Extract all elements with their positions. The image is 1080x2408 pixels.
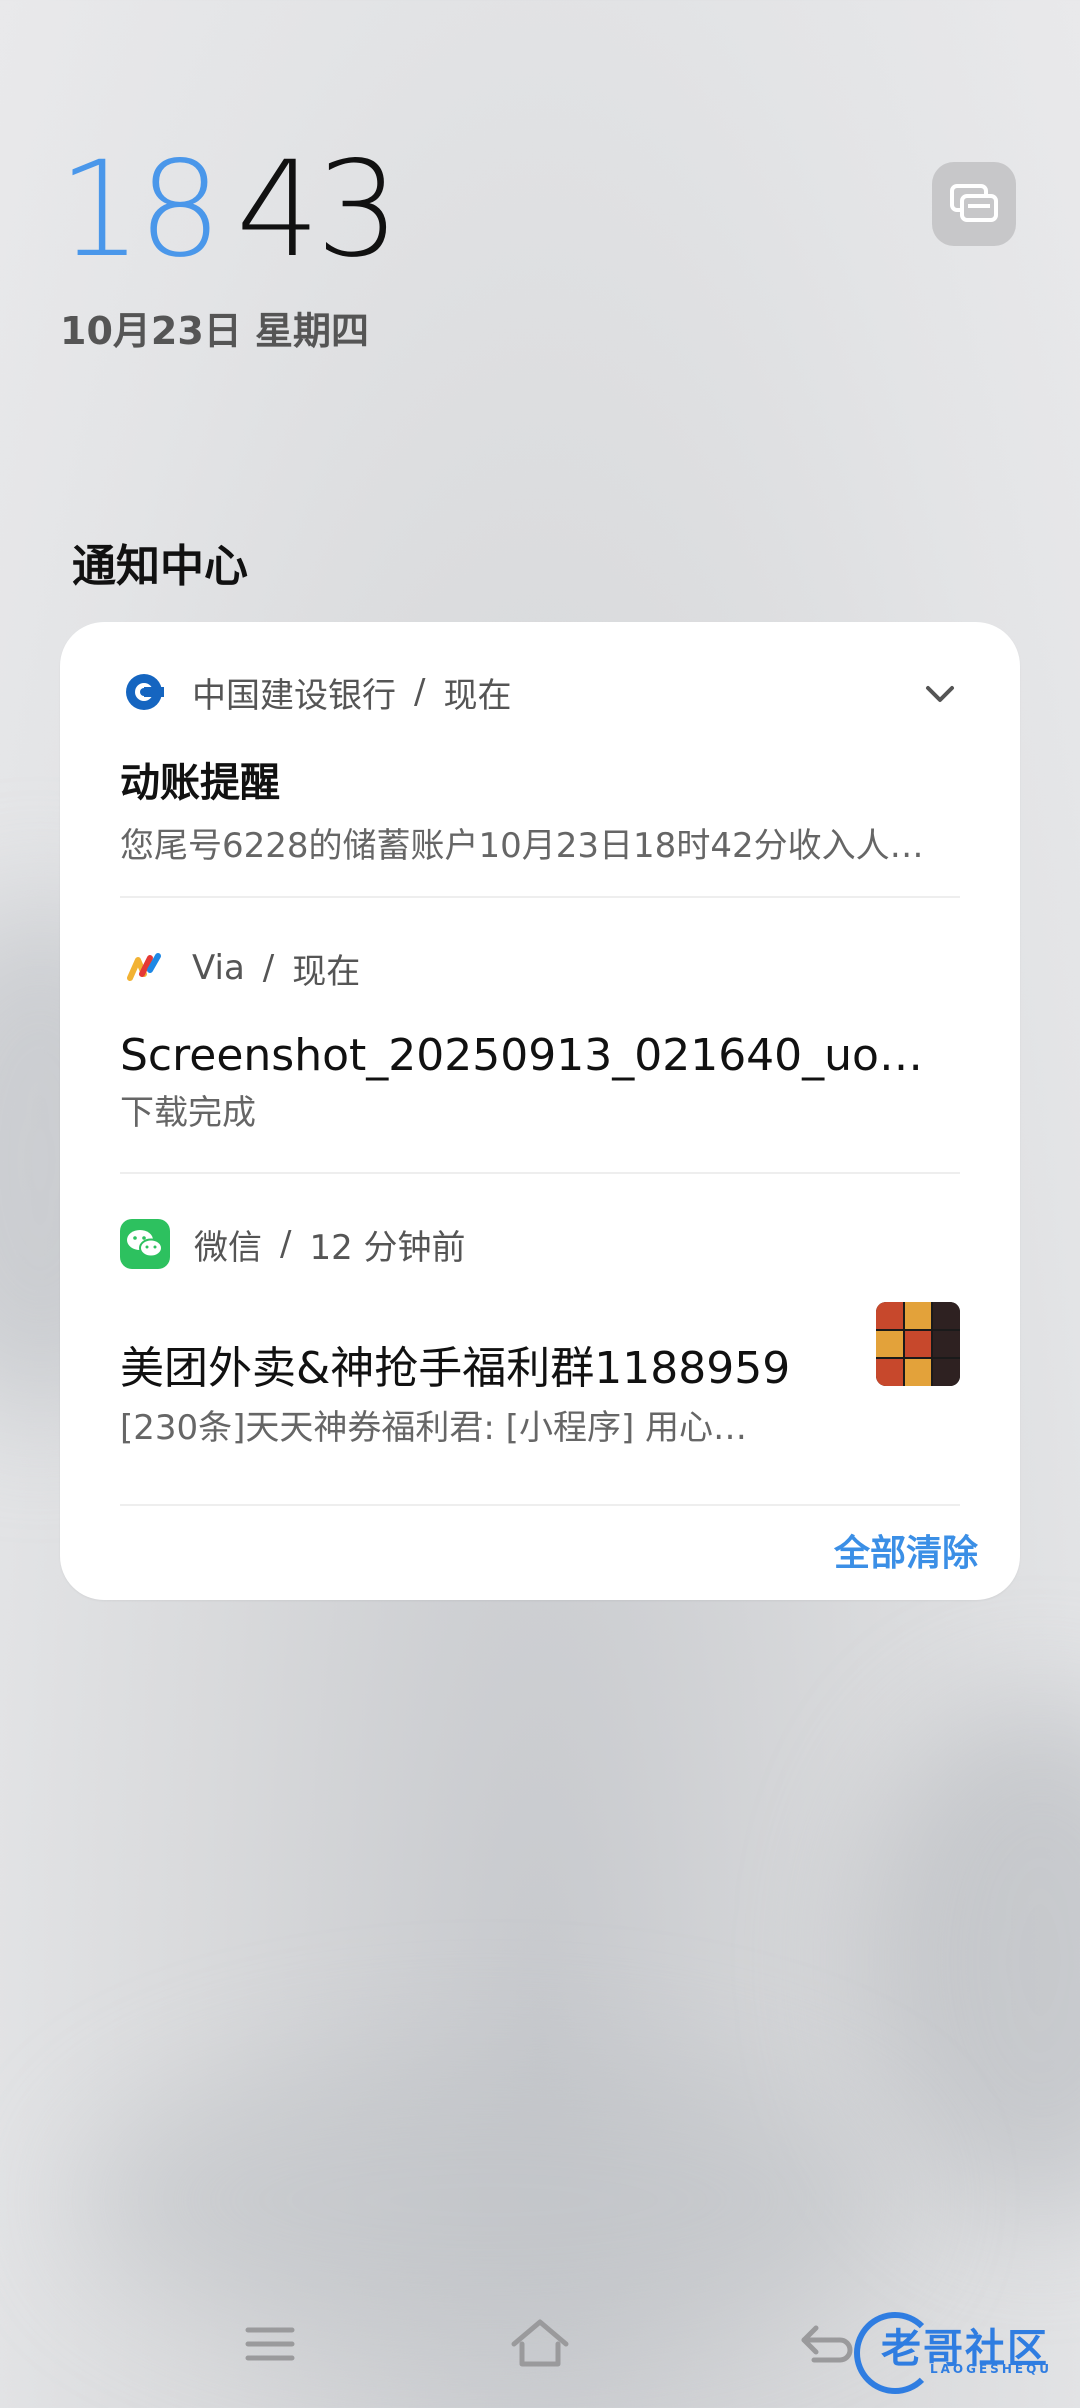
multi-window-icon (950, 184, 998, 222)
separator: / (414, 672, 426, 712)
separator: / (262, 948, 275, 988)
app-name: 中国建设银行 (192, 675, 396, 716)
clock-minute: 43 (235, 133, 400, 287)
notification-title: Screenshot_20250913_021640_uomy… (120, 1030, 960, 1081)
notification-body: [230条]天天神券福利君: [小程序] 用心… (120, 1408, 748, 1448)
menu-icon[interactable] (244, 2314, 296, 2374)
notification-time: 现在 (292, 951, 361, 992)
notification-header: 中国建设银行 / 现在 (120, 664, 960, 720)
notification-body: 您尾号6228的储蓄账户10月23日18时42分收入人… (120, 826, 924, 866)
chevron-down-icon[interactable] (920, 674, 960, 714)
group-avatar-thumbnail (876, 1302, 960, 1386)
wechat-icon (120, 1219, 170, 1269)
watermark-logo: 老哥社区 LAOGESHEQU (820, 2300, 1070, 2394)
notification-header: 微信 / 12 分钟前 (120, 1216, 960, 1272)
notification-via[interactable]: Via / 现在 Screenshot_20250913_021640_uomy… (120, 940, 960, 1134)
clear-all-button[interactable]: 全部清除 (834, 1524, 978, 1576)
clock-hour: 18 (58, 133, 222, 287)
ccb-bank-icon (120, 668, 168, 716)
notification-title: 动账提醒 (120, 760, 280, 806)
notification-ccb[interactable]: 中国建设银行 / 现在 动账提醒 您尾号6228的储蓄账户10月23日18时42… (120, 664, 960, 867)
divider (120, 1172, 960, 1174)
date-label: 10月23日 星期四 (60, 309, 369, 353)
notification-card: 中国建设银行 / 现在 动账提醒 您尾号6228的储蓄账户10月23日18时42… (60, 622, 1020, 1600)
notification-body: 下载完成 (120, 1093, 256, 1133)
separator: / (280, 1224, 292, 1264)
multi-window-button[interactable] (932, 162, 1016, 246)
notification-center-title: 通知中心 (72, 541, 248, 592)
via-browser-icon (120, 944, 168, 992)
notification-wechat[interactable]: 微信 / 12 分钟前 美团外卖&神抢手福利群1188959 [230条]天天神… (120, 1216, 960, 1449)
notification-time: 现在 (443, 675, 512, 716)
home-icon[interactable] (510, 2314, 570, 2374)
notification-title: 美团外卖&神抢手福利群1188959 (120, 1343, 791, 1394)
app-name: Via (192, 948, 245, 988)
divider (120, 1504, 960, 1506)
app-name: 微信 (194, 1227, 262, 1268)
notification-header: Via / 现在 (120, 940, 960, 996)
notification-time: 12 分钟前 (309, 1227, 466, 1268)
divider (120, 896, 960, 898)
watermark-subtext: LAOGESHEQU (930, 2362, 1053, 2376)
clock: 18 43 (58, 140, 400, 280)
